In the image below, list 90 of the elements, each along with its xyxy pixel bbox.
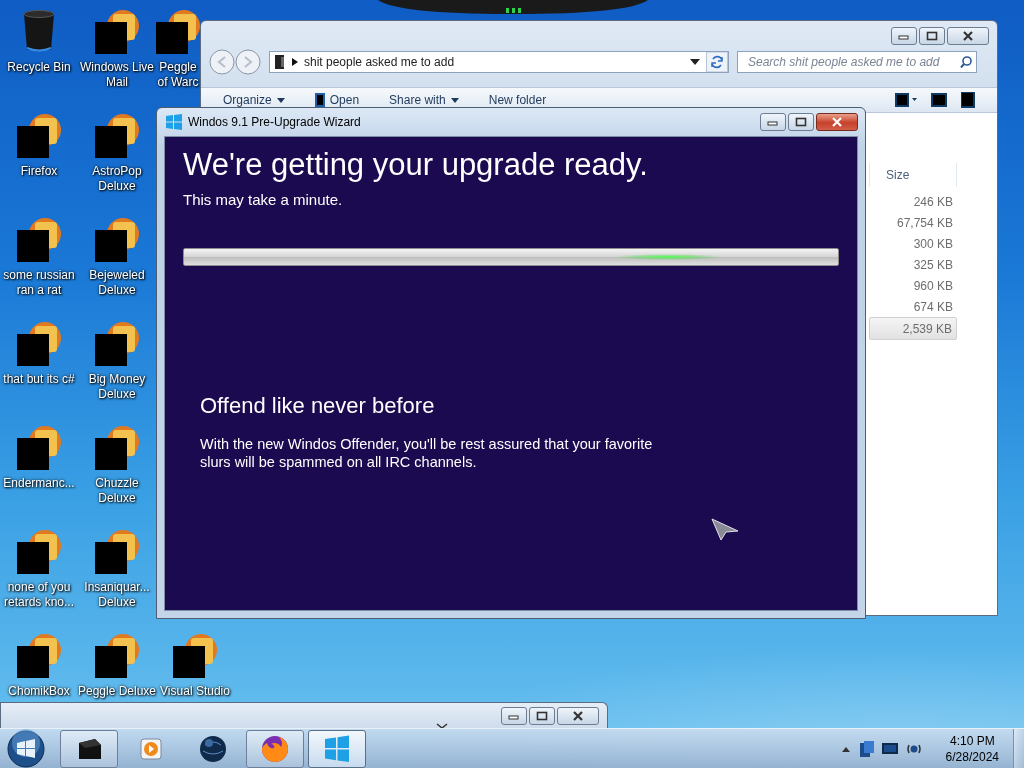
taskbar-button[interactable] (246, 729, 304, 768)
blacked-out-icon[interactable] (15, 112, 63, 160)
address-bar[interactable]: shit people asked me to add (269, 51, 729, 73)
blacked-out-icon[interactable] (15, 632, 63, 680)
icon-label: none of you retards kno... (4, 580, 74, 610)
toolbar-button[interactable]: Open (314, 93, 360, 107)
close-button[interactable] (947, 27, 989, 45)
address-text: shit people asked me to add (304, 55, 456, 69)
toolbar-button[interactable]: Organize (223, 93, 285, 107)
blacked-out-icon[interactable] (15, 424, 63, 472)
maximize-button[interactable] (788, 113, 814, 131)
blacked-out-icon[interactable] (15, 320, 63, 368)
blacked-out-icon[interactable] (93, 528, 141, 576)
feature-title: Offend like never before (200, 393, 436, 419)
icon-label: Big Money Deluxe (88, 372, 146, 402)
cursor-icon (711, 517, 739, 541)
heading: We're getting your upgrade ready. (183, 147, 649, 183)
minimize-button[interactable] (760, 113, 786, 131)
file-size-cell[interactable]: 246 KB (869, 191, 957, 212)
clock-date: 6/28/2024 (945, 748, 999, 765)
chevron-icon[interactable] (436, 723, 448, 729)
file-size-cell[interactable]: 325 KB (869, 254, 957, 275)
windows-logo-icon (166, 114, 182, 130)
icon-label: ChomikBox (8, 684, 70, 699)
back-button[interactable] (209, 49, 235, 75)
icon-label: some russian ran a rat (3, 268, 75, 298)
file-size-cell[interactable]: 2,539 KB (869, 317, 957, 340)
toolbar-button[interactable]: Share with (389, 93, 459, 107)
icon-label: Visual Studio (160, 684, 230, 699)
app-icon (314, 93, 325, 107)
icon-label: Recycle Bin (7, 60, 71, 75)
search-icon (960, 56, 972, 68)
blacked-out-icon[interactable] (154, 8, 202, 56)
refresh-icon[interactable] (706, 52, 728, 72)
blacked-out-icon[interactable] (93, 424, 141, 472)
maximize-icon (795, 117, 807, 127)
taskbar-button[interactable] (60, 729, 118, 768)
search-field[interactable]: Search shit people asked me to add (737, 51, 977, 73)
blacked-out-icon[interactable] (93, 8, 141, 56)
close-button[interactable] (557, 707, 599, 725)
file-size-cell[interactable]: 67,754 KB (869, 212, 957, 233)
start-button[interactable] (6, 728, 46, 768)
blacked-out-icon[interactable] (93, 320, 141, 368)
maximize-button[interactable] (919, 27, 945, 45)
dropdown-arrow-icon[interactable] (690, 59, 700, 65)
clock[interactable]: 4:10 PM 6/28/2024 (945, 732, 999, 765)
show-desktop-button[interactable] (1013, 728, 1024, 768)
blacked-out-icon[interactable] (15, 528, 63, 576)
icon-label: Chuzzle Deluxe (95, 476, 139, 506)
icon-label: Peggle of Warc (157, 60, 199, 90)
minimize-button[interactable] (501, 707, 527, 725)
icon-label: Windows Live Mail (80, 60, 154, 90)
folder-icon (274, 54, 286, 70)
close-icon (831, 117, 843, 127)
toolbar-button[interactable]: New folder (488, 93, 547, 107)
icon-label: AstroPop Deluxe (92, 164, 142, 194)
close-button[interactable] (816, 113, 858, 131)
dropdown-arrow-icon (450, 97, 459, 103)
file-size-cell[interactable]: 300 KB (869, 233, 957, 254)
icon-label: Endermanc... (3, 476, 75, 491)
feature-description: With the new Windos Offender, you'll be rest assured that your favorite slurs will be spammed on all IRC channels. (200, 435, 654, 471)
icon-label: Insaniquar... Deluxe (84, 580, 150, 610)
blacked-out-icon[interactable] (171, 632, 219, 680)
icon-label: Peggle Deluxe (77, 684, 157, 699)
file-size-cell[interactable]: 960 KB (869, 275, 957, 296)
file-size-cell[interactable]: 674 KB (869, 296, 957, 317)
forward-button[interactable] (235, 49, 261, 75)
close-icon (572, 711, 584, 721)
column-header[interactable]: Size (869, 163, 957, 187)
window-title: Windos 9.1 Pre-Upgrade Wizard (188, 115, 362, 129)
maximize-button[interactable] (529, 707, 555, 725)
subtitle: This may take a minute. (183, 191, 344, 208)
breadcrumb-arrow-icon[interactable] (292, 58, 298, 66)
blacked-out-icon[interactable] (15, 216, 63, 264)
maximize-icon (536, 711, 548, 721)
device-icon[interactable] (857, 740, 874, 757)
blacked-out-icon[interactable] (93, 216, 141, 264)
clock-time: 4:10 PM (949, 732, 995, 749)
maximize-icon (926, 31, 938, 41)
icon-label: Firefox (20, 164, 58, 179)
icon-label: Bejeweled Deluxe (89, 268, 145, 298)
blacked-out-icon[interactable] (93, 112, 141, 160)
blacked-out-icon[interactable] (93, 632, 141, 680)
dropdown-arrow-icon (276, 97, 285, 103)
show-hidden-icons-icon[interactable] (841, 745, 850, 752)
monitor-icon[interactable] (881, 741, 898, 756)
minimize-button[interactable] (891, 27, 917, 45)
icon-label: that but its c# (3, 372, 75, 387)
view-options-icon[interactable] (895, 93, 917, 107)
close-icon (962, 31, 974, 41)
